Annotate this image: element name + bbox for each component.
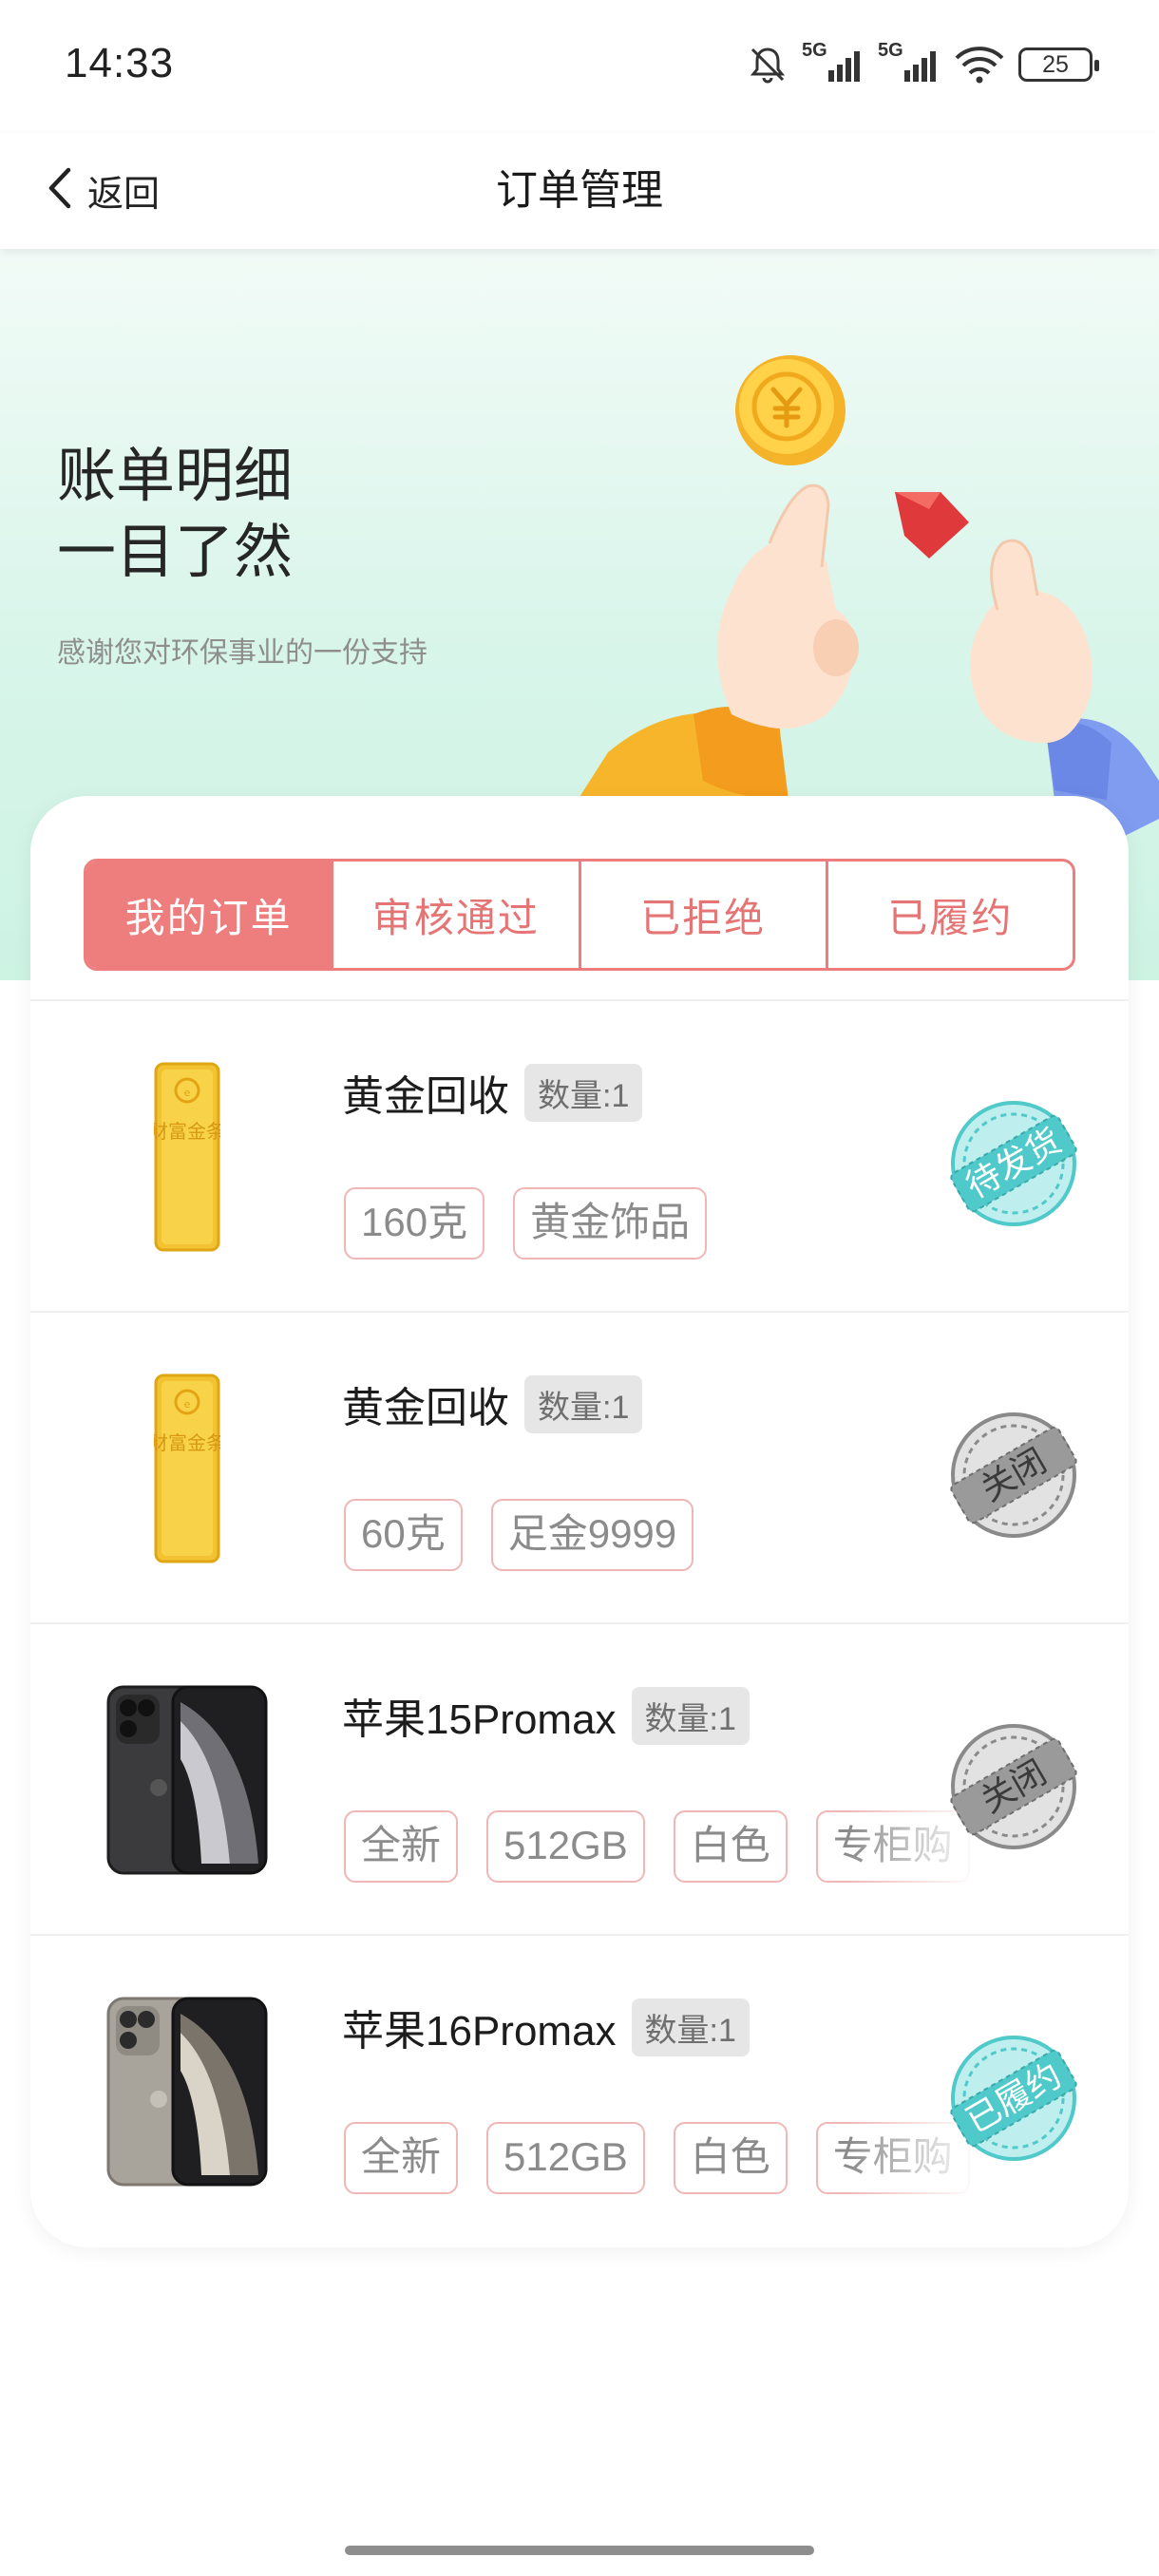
phone-image <box>97 1995 277 2188</box>
svg-text:e: e <box>184 1087 191 1099</box>
gold-bar-image: e 财富金条 <box>97 1372 277 1565</box>
banner-title-line1: 账单明细 <box>57 444 294 509</box>
spec-tag: 512GB <box>486 1810 645 1883</box>
order-name: 黄金回收 <box>342 1073 509 1120</box>
coin-icon <box>735 355 846 465</box>
signal-icon: 5G <box>878 40 940 84</box>
order-item[interactable]: e 财富金条 黄金回收 数量:1 60克 足金9999 关闭 <box>30 1311 1129 1622</box>
order-name: 黄金回收 <box>342 1385 509 1431</box>
gold-bar-text: 财富金条 <box>154 1431 220 1454</box>
spec-tag: 60克 <box>344 1499 463 1571</box>
tab-my-orders[interactable]: 我的订单 <box>86 862 334 968</box>
order-title-line: 苹果16Promax 数量:1 <box>342 1997 750 2057</box>
order-list: e 财富金条 黄金回收 数量:1 160克 黄金饰品 待发货 e 财富金条 黄金… <box>30 999 1129 2245</box>
back-button[interactable]: 返回 <box>46 154 160 226</box>
spec-tag: 白色 <box>673 2122 788 2194</box>
banner-illustration <box>551 355 1159 857</box>
tab-approved[interactable]: 审核通过 <box>333 862 581 968</box>
order-name: 苹果15Promax <box>342 1696 617 1743</box>
chevron-left-icon <box>46 166 74 215</box>
banner-subtitle: 感谢您对环保事业的一份支持 <box>57 637 428 669</box>
home-indicator[interactable] <box>345 2546 814 2555</box>
quantity-badge: 数量:1 <box>631 1686 750 1745</box>
phone-image <box>97 1683 277 1877</box>
order-item[interactable]: e 财富金条 黄金回收 数量:1 160克 黄金饰品 待发货 <box>30 999 1129 1311</box>
status-icons: 5G 5G 25 <box>747 40 1099 87</box>
order-title-line: 黄金回收 数量:1 <box>342 1062 643 1123</box>
page-title: 订单管理 <box>496 167 663 214</box>
status-time: 14:33 <box>65 40 175 86</box>
signal-label: 5G <box>878 40 903 61</box>
back-label: 返回 <box>87 174 161 215</box>
banner-title-line2: 一目了然 <box>57 520 294 585</box>
wifi-icon <box>954 45 1005 85</box>
filter-tabs: 我的订单 审核通过 已拒绝 已履约 <box>84 859 1075 971</box>
spec-tag: 160克 <box>344 1187 485 1260</box>
order-tags: 160克 黄金饰品 <box>344 1187 990 1263</box>
spec-tag: 全新 <box>344 2122 459 2194</box>
status-stamp: 已履约 <box>950 2036 1077 2161</box>
svg-text:e: e <box>184 1398 191 1411</box>
order-item[interactable]: 苹果16Promax 数量:1 全新 512GB 白色 专柜购 已履约 <box>30 1934 1129 2245</box>
gold-bar-text: 财富金条 <box>154 1120 220 1143</box>
quantity-badge: 数量:1 <box>524 1374 643 1433</box>
signal-label: 5G <box>802 40 827 61</box>
spec-tag: 白色 <box>673 1810 788 1883</box>
quantity-badge: 数量:1 <box>524 1063 643 1122</box>
status-stamp: 关闭 <box>950 1724 1077 1849</box>
signal-icon: 5G <box>802 40 864 84</box>
status-stamp: 待发货 <box>950 1101 1077 1226</box>
order-tags: 全新 512GB 白色 专柜购 <box>344 2122 990 2198</box>
order-title-line: 苹果15Promax 数量:1 <box>342 1685 750 1746</box>
spec-tag: 全新 <box>344 1810 459 1883</box>
order-tags: 60克 足金9999 <box>344 1499 990 1575</box>
spec-tag: 足金9999 <box>490 1499 694 1571</box>
battery-level: 25 <box>1042 50 1069 78</box>
order-title-line: 黄金回收 数量:1 <box>342 1373 643 1434</box>
spec-tag: 512GB <box>486 2122 645 2194</box>
battery-icon: 25 <box>1018 47 1099 82</box>
order-name: 苹果16Promax <box>342 2008 617 2055</box>
tab-fulfilled[interactable]: 已履约 <box>828 862 1073 968</box>
orders-card: 我的订单 审核通过 已拒绝 已履约 e 财富金条 黄金回收 数量:1 160克 … <box>30 796 1129 2247</box>
nav-bar: 返回 订单管理 <box>0 133 1159 249</box>
order-item[interactable]: 苹果15Promax 数量:1 全新 512GB 白色 专柜购 关闭 <box>30 1622 1129 1934</box>
tab-rejected[interactable]: 已拒绝 <box>581 862 828 968</box>
spec-tag: 黄金饰品 <box>513 1187 708 1260</box>
status-stamp: 关闭 <box>950 1412 1077 1538</box>
gold-bar-image: e 财富金条 <box>97 1060 277 1254</box>
status-bar: 14:33 5G 5G 25 <box>0 0 1159 133</box>
quantity-badge: 数量:1 <box>631 1998 750 2056</box>
mute-bell-icon <box>747 44 788 85</box>
banner-title: 账单明细 一目了然 <box>57 439 293 591</box>
order-tags: 全新 512GB 白色 专柜购 <box>344 1810 990 1886</box>
